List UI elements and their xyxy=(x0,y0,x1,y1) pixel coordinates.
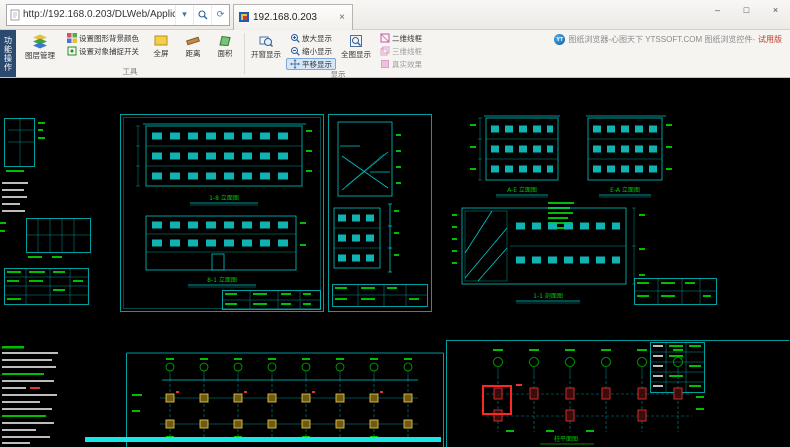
zoom-extents-label: 全图显示 xyxy=(341,49,371,60)
zoom-in-label: 放大显示 xyxy=(302,33,332,44)
zoom-extents-icon xyxy=(349,34,363,48)
layer-manager-label: 图层管理 xyxy=(25,50,55,61)
layers-icon xyxy=(32,34,48,49)
drawing-column-reinforcement-plan: 柱平面图 xyxy=(446,336,790,447)
search-icon[interactable] xyxy=(193,5,211,25)
column-plan-title: 柱平面图 xyxy=(554,435,578,443)
browser-titlebar: http://192.168.0.203/DLWeb/Application/Y… xyxy=(0,0,790,30)
set-bg-color-label: 设置图形背景颜色 xyxy=(79,33,139,44)
drawing-panel-stair-section xyxy=(328,114,432,312)
pan-label: 平移显示 xyxy=(302,59,332,70)
zoom-out-button[interactable]: 缩小显示 xyxy=(286,45,336,57)
close-button[interactable]: × xyxy=(761,0,790,19)
wireframe-3d-button[interactable]: 三维线框 xyxy=(376,45,426,57)
window-zoom-button[interactable]: 开窗显示 xyxy=(250,32,282,60)
zoom-out-label: 缩小显示 xyxy=(302,46,332,57)
set-osnap-button[interactable]: 设置对象捕捉开关 xyxy=(63,45,143,57)
realistic-label: 真实效果 xyxy=(392,59,422,70)
wireframe-2d-label: 二维线框 xyxy=(392,33,422,44)
ribbon-app-tab[interactable]: 功能操作 xyxy=(0,30,16,77)
window-zoom-label: 开窗显示 xyxy=(251,49,281,60)
brand-area: YT 图纸浏览器-心图天下 YTSSOFT.COM 图纸浏览控件- 试用版 xyxy=(554,34,790,45)
yt-logo-icon: YT xyxy=(554,34,565,45)
address-dropdown-icon[interactable]: ▾ xyxy=(175,5,193,25)
window-controls: – □ × xyxy=(703,0,790,19)
address-bar[interactable]: http://192.168.0.203/DLWeb/Application/Y… xyxy=(6,4,230,26)
maximize-button[interactable]: □ xyxy=(732,0,761,19)
refresh-icon[interactable]: ⟳ xyxy=(211,5,229,25)
pan-button[interactable]: 平移显示 xyxy=(286,58,336,70)
drawing-panel-elevations: 1-8 立面图 8-1 立面图 xyxy=(120,114,324,312)
ribbon-group-tools: 图层管理 设置图形背景颜色 设置对象捕捉开关 xyxy=(16,30,244,77)
snap-icon xyxy=(67,46,77,56)
drawing-left-partial xyxy=(0,112,116,312)
fullscreen-button[interactable]: 全屏 xyxy=(147,32,175,59)
section-title: 1-1 剖面图 xyxy=(533,292,563,300)
distance-label: 距离 xyxy=(186,48,201,59)
drawing-column-floor-plan xyxy=(126,350,444,447)
url-text[interactable]: http://192.168.0.203/DLWeb/Application/Y… xyxy=(23,9,175,20)
zoom-in-button[interactable]: 放大显示 xyxy=(286,32,336,44)
tab-title: 192.168.0.203 xyxy=(253,12,337,23)
realistic-icon xyxy=(380,59,390,69)
area-label: 面积 xyxy=(218,48,233,59)
drawing-notes-text xyxy=(0,346,86,447)
pan-icon xyxy=(290,59,300,69)
cad-canvas[interactable]: 1-8 立面图 8-1 立面图 xyxy=(0,78,790,447)
palette-icon xyxy=(67,33,77,43)
minimize-button[interactable]: – xyxy=(703,0,732,19)
set-osnap-label: 设置对象捕捉开关 xyxy=(79,46,139,57)
page-icon xyxy=(10,9,20,21)
zoom-in-icon xyxy=(290,33,300,43)
fullscreen-label: 全屏 xyxy=(154,48,169,59)
wireframe-3d-label: 三维线框 xyxy=(392,46,422,57)
tab-close-icon[interactable]: × xyxy=(337,12,347,23)
wireframe-3d-icon xyxy=(380,46,390,56)
ruler-icon xyxy=(186,34,200,47)
set-bg-color-button[interactable]: 设置图形背景颜色 xyxy=(63,32,143,44)
browser-tab[interactable]: 192.168.0.203 × xyxy=(233,4,353,30)
browser-window: http://192.168.0.203/DLWeb/Application/Y… xyxy=(0,0,790,447)
fullscreen-icon xyxy=(154,34,168,47)
brand-text: 图纸浏览器-心图天下 YTSSOFT.COM 图纸浏览控件- xyxy=(568,34,755,45)
area-icon xyxy=(218,34,232,47)
distance-button[interactable]: 距离 xyxy=(179,32,207,59)
wireframe-2d-button[interactable]: 二维线框 xyxy=(376,32,426,44)
elevation-a-title: A-E 立面图 xyxy=(507,186,537,194)
zoom-extents-button[interactable]: 全图显示 xyxy=(340,32,372,60)
tab-favicon xyxy=(239,12,249,22)
ribbon-group-display: 开窗显示 放大显示 xyxy=(245,30,431,77)
zoom-out-icon xyxy=(290,46,300,56)
elevation-2-title: 8-1 立面图 xyxy=(207,276,237,284)
elevation-1-title: 1-8 立面图 xyxy=(209,194,239,202)
tools-group-label: 工具 xyxy=(21,67,239,76)
realistic-button[interactable]: 真实效果 xyxy=(376,58,426,70)
wireframe-2d-icon xyxy=(380,33,390,43)
zoom-window-icon xyxy=(259,34,273,48)
layer-manager-button[interactable]: 图层管理 xyxy=(21,32,59,61)
trial-badge: 试用版 xyxy=(758,34,782,45)
elevation-b-title: E-A 立面图 xyxy=(610,186,640,194)
canvas-bottom-line xyxy=(85,437,441,442)
drawing-right-cluster: A-E 立面图 E-A 立面图 xyxy=(452,110,722,312)
ribbon-toolbar: 功能操作 图层管理 xyxy=(0,30,790,78)
area-button[interactable]: 面积 xyxy=(211,32,239,59)
